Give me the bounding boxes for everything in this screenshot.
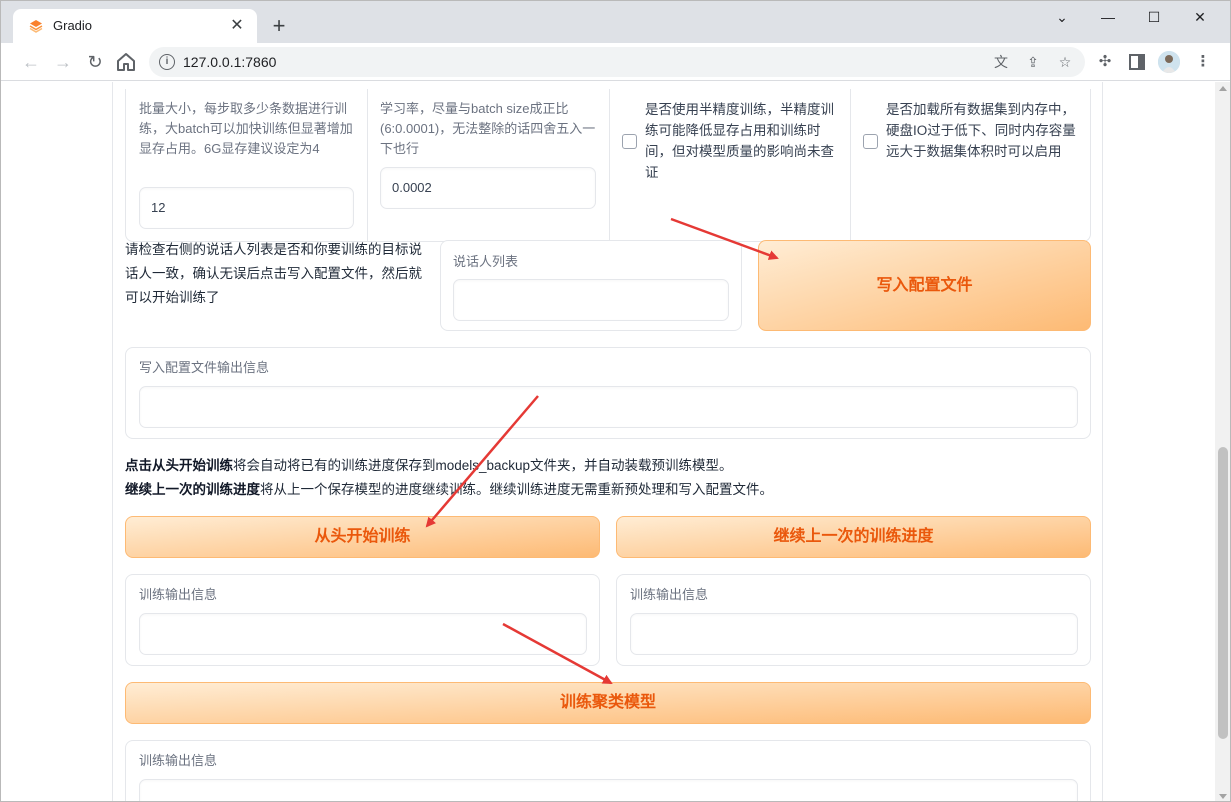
config-output-panel: 写入配置文件输出信息 [125, 347, 1091, 439]
config-output-textbox[interactable] [139, 386, 1078, 428]
back-arrow-icon[interactable]: ← [19, 50, 43, 74]
gradio-container: 批量大小，每步取多少条数据进行训练，大batch可以加快训练但显著增加显存占用。… [112, 82, 1103, 801]
scratch-output-textbox[interactable] [139, 613, 587, 655]
reload-icon[interactable]: ↻ [83, 50, 107, 74]
half-precision-checkbox[interactable] [622, 134, 637, 149]
site-info-icon[interactable]: i [159, 54, 175, 70]
minimize-button[interactable]: — [1085, 5, 1131, 29]
url-text: 127.0.0.1:7860 [183, 54, 277, 70]
write-config-button[interactable]: 写入配置文件 [758, 240, 1091, 331]
profile-avatar[interactable] [1158, 51, 1180, 73]
batch-size-input[interactable]: 12 [139, 187, 354, 229]
learning-rate-label: 学习率，尽量与batch size成正比(6:0.0001)，无法整除的话四舍五… [380, 101, 596, 156]
divider [850, 89, 851, 242]
train-from-scratch-button[interactable]: 从头开始训练 [125, 516, 600, 558]
browser-window: Gradio ✕ + ⌄ — ☐ ✕ ← → ↻ i 127.0.0.1:786… [0, 0, 1231, 802]
tab-search-icon[interactable]: ⌄ [1039, 5, 1085, 29]
close-window-button[interactable]: ✕ [1177, 5, 1223, 29]
divider [609, 89, 610, 242]
batch-size-label: 批量大小，每步取多少条数据进行训练，大batch可以加快训练但显著增加显存占用。… [139, 101, 353, 156]
half-precision-label: 是否使用半精度训练，半精度训练可能降低显存占用和训练时间，但对模型质量的影响尚未… [645, 102, 834, 180]
continue-output-panel: 训练输出信息 [616, 574, 1091, 666]
continue-output-textbox[interactable] [630, 613, 1078, 655]
speaker-list-panel: 说话人列表 [440, 240, 742, 331]
tab-strip: Gradio ✕ + ⌄ — ☐ ✕ [1, 1, 1230, 43]
share-icon[interactable]: ⇪ [1023, 52, 1043, 72]
gradio-logo-icon [29, 20, 43, 33]
speaker-list-label: 说话人列表 [453, 254, 519, 269]
scrollbar-thumb[interactable] [1218, 447, 1228, 739]
scratch-output-panel: 训练输出信息 [125, 574, 600, 666]
maximize-button[interactable]: ☐ [1131, 5, 1177, 29]
home-icon[interactable] [114, 50, 138, 74]
cluster-output-label: 训练输出信息 [139, 753, 218, 768]
page-viewport: 批量大小，每步取多少条数据进行训练，大batch可以加快训练但显著增加显存占用。… [1, 82, 1215, 801]
description-text-2: 将从上一个保存模型的进度继续训练。继续训练进度无需重新预处理和写入配置文件。 [260, 482, 773, 497]
new-tab-button[interactable]: + [267, 15, 291, 39]
cluster-output-panel: 训练输出信息 [125, 740, 1091, 801]
extensions-puzzle-icon[interactable]: ✣ [1095, 52, 1115, 72]
description-text-1: 将会自动将已有的训练进度保存到models_backup文件夹，并自动装载预训练… [233, 458, 733, 473]
training-description: 点击从头开始训练将会自动将已有的训练进度保存到models_backup文件夹，… [125, 454, 1091, 502]
page-scrollbar[interactable] [1215, 82, 1230, 801]
config-output-label: 写入配置文件输出信息 [139, 360, 270, 375]
forward-arrow-icon[interactable]: → [51, 50, 75, 74]
scroll-down-arrow-icon[interactable] [1219, 794, 1227, 799]
load-all-to-memory-checkbox[interactable] [863, 134, 878, 149]
scroll-up-arrow-icon[interactable] [1219, 86, 1227, 91]
train-cluster-button[interactable]: 训练聚类模型 [125, 682, 1091, 724]
load-all-to-memory-label: 是否加载所有数据集到内存中，硬盘IO过于低下、同时内存容量远大于数据集体积时可以… [886, 102, 1076, 159]
description-bold-2: 继续上一次的训练进度 [125, 482, 260, 497]
translate-icon[interactable]: 文 [991, 52, 1011, 72]
description-line-1: 点击从头开始训练将会自动将已有的训练进度保存到models_backup文件夹，… [125, 454, 1091, 478]
description-bold-1: 点击从头开始训练 [125, 458, 233, 473]
scratch-output-label: 训练输出信息 [139, 587, 218, 602]
bookmark-star-icon[interactable]: ☆ [1055, 52, 1075, 72]
menu-kebab-icon[interactable]: ⋮ [1193, 52, 1213, 72]
browser-toolbar: ← → ↻ i 127.0.0.1:7860 文 ⇪ ☆ ✣ ⋮ [1, 43, 1230, 81]
browser-tab[interactable]: Gradio ✕ [13, 9, 257, 43]
learning-rate-input[interactable]: 0.0002 [380, 167, 596, 209]
description-line-2: 继续上一次的训练进度将从上一个保存模型的进度继续训练。继续训练进度无需重新预处理… [125, 478, 1091, 502]
cluster-output-textbox[interactable] [139, 779, 1078, 801]
tab-close-icon[interactable]: ✕ [227, 16, 247, 36]
divider [367, 89, 368, 242]
training-params-row: 批量大小，每步取多少条数据进行训练，大batch可以加快训练但显著增加显存占用。… [125, 89, 1091, 242]
address-bar[interactable]: i 127.0.0.1:7860 文 ⇪ ☆ [149, 47, 1085, 77]
continue-output-label: 训练输出信息 [630, 587, 709, 602]
speaker-list-textbox[interactable] [453, 279, 729, 321]
side-panel-icon[interactable] [1127, 52, 1147, 72]
avatar-image-icon [1158, 51, 1180, 73]
continue-training-button[interactable]: 继续上一次的训练进度 [616, 516, 1091, 558]
tab-title: Gradio [53, 18, 93, 33]
speaker-check-instruction: 请检查右侧的说话人列表是否和你要训练的目标说话人一致，确认无误后点击写入配置文件… [125, 242, 422, 305]
